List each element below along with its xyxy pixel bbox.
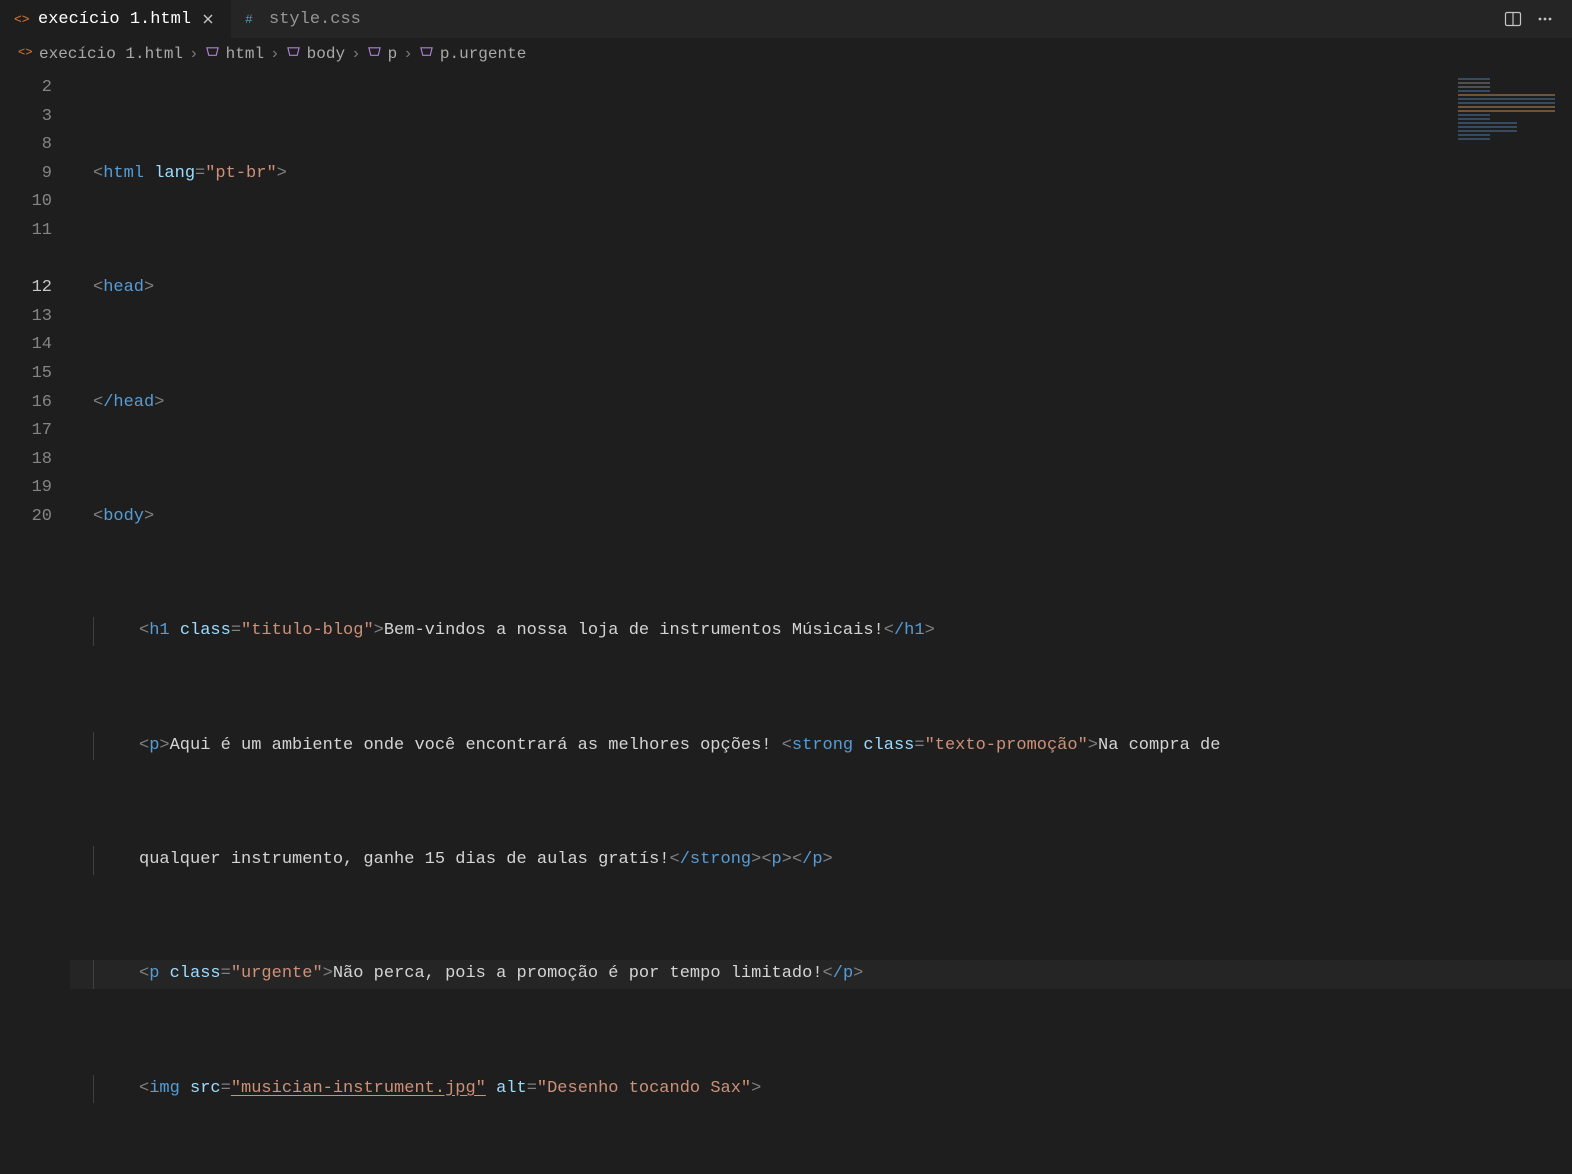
- line-number: 2: [0, 74, 52, 103]
- html-file-icon: <>: [18, 44, 33, 64]
- chevron-right-icon: ›: [351, 45, 361, 63]
- line-number: 12: [0, 274, 52, 303]
- breadcrumb-file[interactable]: <> execício 1.html: [18, 44, 183, 64]
- breadcrumb-item-html[interactable]: html: [205, 44, 264, 64]
- code-line: <html lang="pt-br">: [70, 160, 1572, 189]
- code-content[interactable]: <html lang="pt-br"> <head> </head> <body…: [70, 70, 1572, 587]
- more-actions-icon[interactable]: [1536, 10, 1554, 28]
- code-editor[interactable]: 2 3 8 9 10 11 12 13 14 15 16 17 18 19 20…: [0, 70, 1572, 587]
- code-line: qualquer instrumento, ganhe 15 dias de a…: [70, 846, 1572, 875]
- symbol-icon: [205, 44, 220, 64]
- breadcrumb-item-p[interactable]: p: [367, 44, 398, 64]
- breadcrumb-item-purgente[interactable]: p.urgente: [419, 44, 526, 64]
- split-editor-icon[interactable]: [1504, 10, 1522, 28]
- breadcrumb-label: p.urgente: [440, 45, 526, 63]
- line-number: 10: [0, 188, 52, 217]
- code-line: <body>: [70, 503, 1572, 532]
- css-file-icon: #: [245, 11, 261, 27]
- line-number: 18: [0, 446, 52, 475]
- line-number: 15: [0, 360, 52, 389]
- svg-text:<>: <>: [14, 12, 30, 27]
- breadcrumb: <> execício 1.html › html › body › p › p…: [0, 38, 1572, 70]
- breadcrumb-item-body[interactable]: body: [286, 44, 345, 64]
- chevron-right-icon: ›: [403, 45, 413, 63]
- line-number: 16: [0, 389, 52, 418]
- line-number: [0, 246, 52, 275]
- line-number: 14: [0, 331, 52, 360]
- line-number: 13: [0, 303, 52, 332]
- breadcrumb-label: p: [388, 45, 398, 63]
- line-number: 19: [0, 474, 52, 503]
- code-line: <p class="urgente">Não perca, pois a pro…: [70, 960, 1572, 989]
- line-number: 17: [0, 417, 52, 446]
- svg-text:<>: <>: [18, 45, 33, 59]
- tabs-bar: <> execício 1.html # style.css: [0, 0, 1572, 38]
- breadcrumb-label: body: [307, 45, 345, 63]
- symbol-icon: [286, 44, 301, 64]
- code-line: </head>: [70, 389, 1572, 418]
- svg-text:#: #: [245, 12, 253, 27]
- title-actions: [1504, 10, 1564, 28]
- line-number: 20: [0, 503, 52, 532]
- line-number-gutter: 2 3 8 9 10 11 12 13 14 15 16 17 18 19 20: [0, 70, 70, 587]
- tab-label: style.css: [269, 10, 361, 29]
- code-line: <head>: [70, 274, 1572, 303]
- tab-label: execício 1.html: [38, 10, 191, 29]
- breadcrumb-file-label: execício 1.html: [39, 45, 183, 63]
- chevron-right-icon: ›: [270, 45, 280, 63]
- symbol-icon: [419, 44, 434, 64]
- chevron-right-icon: ›: [189, 45, 199, 63]
- html-file-icon: <>: [14, 11, 30, 27]
- line-number: 3: [0, 103, 52, 132]
- minimap[interactable]: [1452, 70, 1572, 587]
- close-icon[interactable]: [199, 10, 217, 28]
- line-number: 9: [0, 160, 52, 189]
- line-number: 11: [0, 217, 52, 246]
- symbol-icon: [367, 44, 382, 64]
- breadcrumb-label: html: [226, 45, 264, 63]
- tab-inactive[interactable]: # style.css: [231, 0, 375, 38]
- code-line: <p>Aqui é um ambiente onde você encontra…: [70, 732, 1572, 761]
- code-line: <img src="musician-instrument.jpg" alt="…: [70, 1075, 1572, 1104]
- code-line: <h1 class="titulo-blog">Bem-vindos a nos…: [70, 617, 1572, 646]
- tab-active[interactable]: <> execício 1.html: [0, 0, 231, 38]
- line-number: 8: [0, 131, 52, 160]
